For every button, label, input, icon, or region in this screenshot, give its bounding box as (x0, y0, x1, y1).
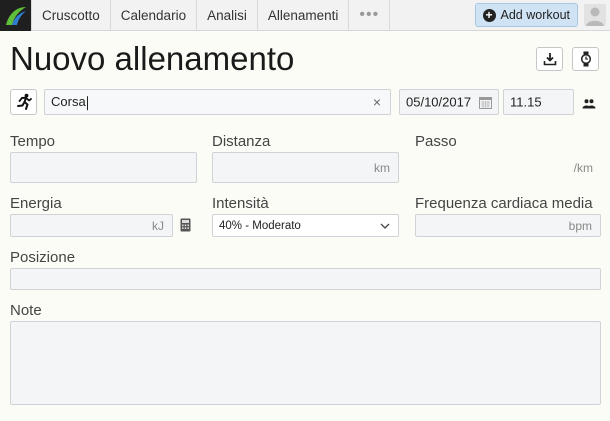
time-value: 11.15 (510, 94, 542, 110)
calendar-icon[interactable] (479, 96, 492, 109)
nav-more-menu[interactable]: ••• (349, 0, 391, 30)
nav-item-cruscotto[interactable]: Cruscotto (31, 0, 111, 30)
passo-label: Passo (415, 133, 457, 150)
posizione-input[interactable] (10, 268, 601, 290)
calculator-icon[interactable] (180, 218, 191, 237)
workout-name-input[interactable]: Corsa × (44, 89, 391, 115)
fc-unit: bpm (568, 218, 592, 233)
chevron-down-icon (380, 223, 390, 229)
energia-label: Energia (10, 195, 62, 212)
date-input[interactable]: 05/10/2017 (399, 89, 499, 115)
watch-sync-button[interactable] (572, 47, 599, 71)
note-label: Note (10, 302, 42, 319)
group-icon[interactable] (582, 96, 596, 114)
app-logo[interactable] (0, 0, 31, 31)
nav-item-analisi[interactable]: Analisi (197, 0, 258, 30)
energia-input[interactable]: kJ (10, 214, 173, 237)
text-caret (86, 95, 88, 110)
distanza-unit: km (374, 160, 390, 175)
fc-input[interactable]: bpm (415, 214, 601, 237)
plus-circle-icon: + (482, 8, 496, 22)
passo-value: /km (415, 152, 601, 183)
running-icon (16, 93, 32, 110)
intensita-label: Intensità (212, 195, 269, 212)
distanza-input[interactable]: km (212, 152, 399, 183)
date-value: 05/10/2017 (406, 94, 472, 110)
top-navbar: Cruscotto Calendario Analisi Allenamenti… (0, 0, 610, 31)
clear-icon[interactable]: × (373, 94, 381, 110)
nav-item-calendario[interactable]: Calendario (111, 0, 198, 30)
note-textarea[interactable] (10, 321, 601, 405)
intensita-select[interactable]: 40% - Moderato (212, 214, 399, 237)
download-icon (543, 53, 556, 66)
intensita-value: 40% - Moderato (219, 219, 301, 232)
nav-item-allenamenti[interactable]: Allenamenti (258, 0, 350, 30)
time-input[interactable]: 11.15 (503, 89, 574, 115)
fc-label: Frequenza cardiaca media (415, 195, 593, 212)
posizione-label: Posizione (10, 249, 76, 266)
add-workout-label: Add workout (500, 8, 570, 22)
user-avatar-icon[interactable] (584, 4, 606, 26)
tempo-input[interactable] (10, 152, 197, 183)
download-button[interactable] (536, 47, 563, 71)
passo-unit: /km (573, 160, 593, 175)
distanza-label: Distanza (212, 133, 271, 150)
energia-unit: kJ (152, 218, 164, 233)
page-title: Nuovo allenamento (10, 40, 295, 77)
workout-name-text: Corsa (51, 94, 86, 110)
watch-icon (580, 51, 591, 67)
add-workout-button[interactable]: + Add workout (474, 3, 578, 27)
sport-type-button[interactable] (10, 89, 37, 115)
tempo-label: Tempo (10, 133, 56, 150)
workout-name-value: Corsa (51, 94, 88, 110)
